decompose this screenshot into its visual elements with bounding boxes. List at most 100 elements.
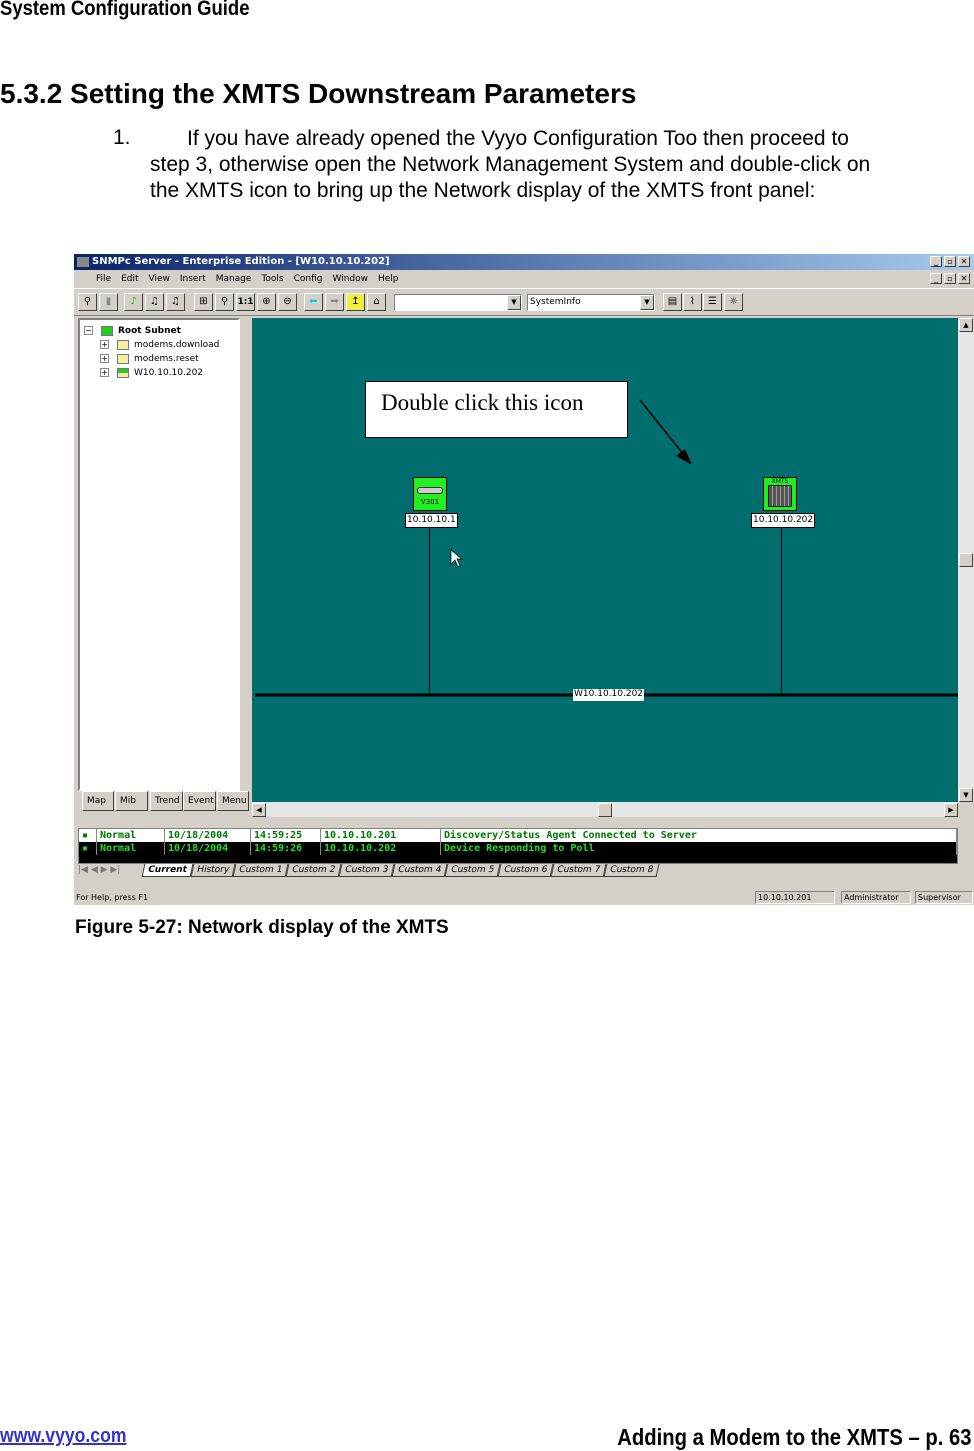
tab-event[interactable]: Event [183, 791, 216, 811]
menu-insert[interactable]: Insert [180, 274, 206, 284]
log-message: Device Responding to Poll [441, 842, 957, 855]
zoom-in-icon[interactable]: ⊕ [257, 293, 276, 311]
link-line [781, 528, 782, 695]
tab-custom-4[interactable]: Custom 4 [391, 864, 448, 877]
tab-nav-arrows-icon[interactable]: |◀ ◀ ▶ ▶| [78, 865, 140, 875]
network-label[interactable]: W10.10.10.202 [573, 689, 645, 701]
menu-view[interactable]: View [149, 274, 170, 284]
vertical-scrollbar[interactable]: ▲ ▼ [958, 318, 974, 802]
snmpc-screenshot: SNMPc Server - Enterprise Edition - [W10… [74, 254, 974, 905]
minimize-button[interactable]: _ [930, 256, 942, 267]
binoculars-icon[interactable]: ⚲ [78, 293, 97, 311]
log-message: Discovery/Status Agent Connected to Serv… [441, 829, 957, 842]
tab-menu[interactable]: Menu [217, 791, 249, 811]
fit-icon[interactable]: ⊞ [194, 293, 213, 311]
bell-multi-icon[interactable]: ♫ [166, 293, 185, 311]
menu-config[interactable]: Config [294, 274, 323, 284]
scroll-down-icon[interactable]: ▼ [959, 788, 973, 802]
bell-green-icon[interactable]: ♪ [124, 293, 143, 311]
menu-file[interactable]: File [96, 274, 111, 284]
scroll-right-icon[interactable]: ▶ [944, 803, 958, 817]
tab-custom-3[interactable]: Custom 3 [338, 864, 395, 877]
home-icon[interactable]: ⌂ [367, 293, 386, 311]
menu-manage[interactable]: Manage [216, 274, 252, 284]
step-text: If you have already opened the Vyyo Conf… [150, 127, 871, 202]
title-bar: SNMPc Server - Enterprise Edition - [W10… [74, 254, 974, 270]
forward-arrow-icon[interactable]: ➡ [325, 293, 344, 311]
tree-view: − Root Subnet + modems.download + modems.re… [78, 318, 240, 791]
tab-custom-6[interactable]: Custom 6 [497, 864, 554, 877]
tab-map[interactable]: Map [82, 791, 114, 811]
window-title: SNMPc Server - Enterprise Edition - [W10… [92, 256, 390, 267]
tab-custom-1[interactable]: Custom 1 [232, 864, 289, 877]
tree-item-label: modems.reset [134, 354, 199, 364]
figure-caption: Figure 5-27: Network display of the XMTS [75, 917, 449, 938]
footer-link[interactable]: www.vyyo.com [0, 1425, 127, 1448]
log-status: Normal [97, 842, 165, 855]
xmts-node-icon[interactable]: XMTS [763, 477, 797, 511]
tab-custom-8[interactable]: Custom 8 [603, 864, 660, 877]
event-log: ▪ Normal 10/18/2004 14:59:25 10.10.10.201 Dis… [78, 828, 958, 864]
chevron-down-icon[interactable]: ▼ [640, 295, 654, 310]
tree-item-label: modems.download [134, 340, 220, 350]
graph-icon[interactable]: ⌇ [683, 293, 702, 311]
log-date: 10/18/2004 [165, 842, 251, 855]
tab-history[interactable]: History [190, 864, 235, 877]
close-button[interactable]: ✕ [958, 256, 970, 267]
status-user: Administrator [841, 891, 911, 904]
scroll-thumb[interactable] [598, 803, 612, 817]
tree-root[interactable]: − Root Subnet [84, 324, 234, 338]
list-icon[interactable]: ☰ [703, 293, 722, 311]
callout-arrow [639, 399, 689, 461]
tree-item[interactable]: + modems.download [84, 338, 234, 352]
tab-custom-7[interactable]: Custom 7 [550, 864, 607, 877]
toolbar: ⚲ ▮ ♪ ♫ ♫ ⊞ ⚲ 1:1 ⊕ ⊖ ⬅ ➡ ↥ ⌂ ▼ SystemIn… [74, 288, 974, 316]
section-title: 5.3.2 Setting the XMTS Downstream Parame… [0, 78, 637, 109]
actual-size-icon[interactable]: 1:1 [236, 293, 255, 311]
folder-up-icon[interactable]: ↥ [346, 293, 365, 311]
menu-window[interactable]: Window [333, 274, 369, 284]
tab-custom-2[interactable]: Custom 2 [285, 864, 342, 877]
scroll-up-icon[interactable]: ▲ [959, 318, 973, 332]
tree-item[interactable]: + W10.10.10.202 [84, 366, 234, 380]
log-time: 14:59:25 [251, 829, 321, 842]
tree-item[interactable]: + modems.reset [84, 352, 234, 366]
bell-icon[interactable]: ♫ [145, 293, 164, 311]
back-arrow-icon[interactable]: ⬅ [304, 293, 323, 311]
zoom-icon[interactable]: ⚲ [215, 293, 234, 311]
child-minimize-button[interactable]: _ [930, 273, 942, 284]
tab-mib[interactable]: Mib [115, 791, 148, 811]
restore-button[interactable]: ▫ [944, 256, 956, 267]
node-label[interactable]: 10.10.10.202 [751, 513, 816, 528]
link-line [429, 528, 430, 695]
log-address: 10.10.10.201 [321, 829, 441, 842]
tab-custom-5[interactable]: Custom 5 [444, 864, 501, 877]
scroll-thumb[interactable] [959, 553, 973, 567]
zoom-out-icon[interactable]: ⊖ [278, 293, 297, 311]
tab-current[interactable]: Current [141, 864, 193, 877]
scroll-left-icon[interactable]: ◀ [252, 803, 266, 817]
child-close-button[interactable]: ✕ [958, 273, 970, 284]
tree-item-label: W10.10.10.202 [134, 368, 204, 378]
log-date: 10/18/2004 [165, 829, 251, 842]
table-icon[interactable]: ▤ [663, 293, 682, 311]
chevron-down-icon[interactable]: ▼ [507, 295, 521, 310]
horizontal-scrollbar[interactable]: ◀ ▶ [252, 802, 958, 817]
info-combo[interactable]: SystemInfo ▼ [527, 294, 655, 311]
log-time: 14:59:26 [251, 842, 321, 855]
modem-node-icon[interactable]: V301 [413, 477, 447, 511]
menu-help[interactable]: Help [378, 274, 399, 284]
menu-tools[interactable]: Tools [261, 274, 283, 284]
mouse-cursor-icon [450, 549, 463, 568]
sun-icon[interactable]: ☼ [724, 293, 743, 311]
log-row[interactable]: ▪ Normal 10/18/2004 14:59:25 10.10.10.201 Dis… [79, 829, 957, 842]
child-restore-button[interactable]: ▫ [944, 273, 956, 284]
node-icon-text: XMTS [771, 478, 789, 485]
node-label[interactable]: 10.10.10.1 [405, 513, 458, 528]
log-row[interactable]: ▪ Normal 10/18/2004 14:59:26 10.10.10.202 Dev… [79, 842, 957, 855]
trash-icon[interactable]: ▮ [99, 293, 118, 311]
map-combo[interactable]: ▼ [394, 294, 522, 311]
tab-trend[interactable]: Trend [150, 791, 183, 811]
network-map[interactable]: Double click this icon V301 10.10.10.1 X… [252, 318, 958, 802]
menu-edit[interactable]: Edit [121, 274, 138, 284]
